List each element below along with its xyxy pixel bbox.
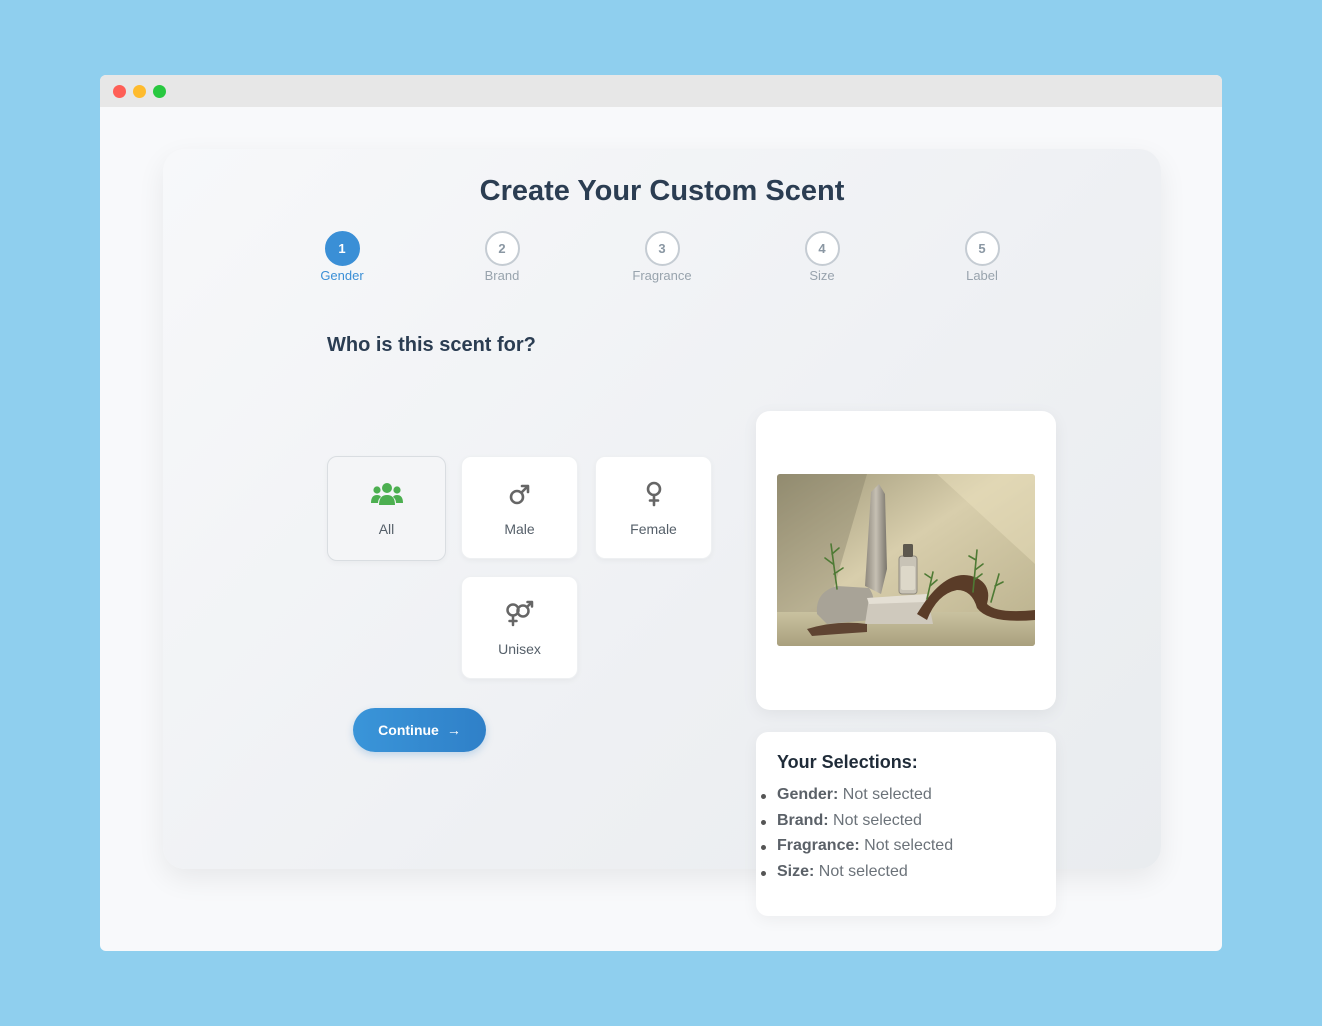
step-label: Gender — [320, 268, 364, 283]
arrow-right-icon: → — [446, 722, 461, 738]
step-gender[interactable]: 1 Gender — [282, 231, 402, 283]
selection-key: Fragrance: — [777, 837, 860, 855]
continue-button[interactable]: Continue → — [353, 708, 486, 752]
selections-list: Gender: Not selected Brand: Not selected… — [760, 786, 954, 889]
male-icon — [462, 479, 577, 509]
page-title: Create Your Custom Scent — [479, 175, 845, 207]
selections-summary: Your Selections: Gender: Not selected Br… — [756, 732, 1056, 916]
users-icon — [328, 479, 445, 509]
step-label: Brand — [484, 268, 520, 283]
close-window-button[interactable] — [113, 85, 126, 98]
option-male[interactable]: Male — [461, 456, 578, 559]
step-number: 4 — [804, 231, 840, 266]
selection-item-fragrance: Fragrance: Not selected — [760, 837, 954, 863]
perfume-image — [777, 474, 1035, 646]
selection-key: Size: — [777, 863, 815, 881]
maximize-window-button[interactable] — [153, 85, 166, 98]
step-number: 3 — [644, 231, 680, 266]
step-label: Label — [966, 268, 998, 283]
selection-value: Not selected — [818, 863, 908, 881]
selection-value: Not selected — [842, 786, 932, 803]
step-label: Size — [809, 268, 835, 283]
step-label-design[interactable]: 5 Label — [922, 231, 1042, 283]
option-label: Male — [504, 521, 535, 537]
step-label: Fragrance — [632, 268, 692, 283]
step-fragrance[interactable]: 3 Fragrance — [602, 231, 722, 283]
selection-item-brand: Brand: Not selected — [760, 811, 953, 838]
option-female[interactable]: Female — [595, 456, 712, 559]
preview-panel — [756, 411, 1056, 710]
option-label: All — [378, 521, 395, 537]
selection-value: Not selected — [833, 811, 922, 829]
selection-value: Not selected — [864, 837, 954, 855]
window-titlebar — [100, 75, 1222, 107]
selections-heading: Your Selections: — [777, 752, 918, 772]
option-label: Unisex — [498, 641, 541, 657]
option-label: Female — [630, 521, 677, 537]
question-heading: Who is this scent for? — [327, 334, 536, 356]
selection-item-gender: Gender: Not selected — [760, 786, 953, 812]
step-size[interactable]: 4 Size — [762, 231, 882, 283]
step-number: 5 — [964, 231, 1000, 266]
scent-builder-card: Create Your Custom Scent 1 Gender 2 Bran… — [163, 149, 1161, 916]
browser-window: Create Your Custom Scent 1 Gender 2 Bran… — [100, 75, 1222, 951]
selection-key: Gender: — [777, 786, 839, 803]
option-unisex[interactable]: Unisex — [461, 576, 578, 679]
selection-key: Brand: — [777, 811, 829, 829]
option-all[interactable]: All — [327, 456, 446, 561]
female-icon — [596, 479, 711, 509]
step-brand[interactable]: 2 Brand — [442, 231, 562, 283]
selection-item-size: Size: Not selected — [760, 863, 953, 889]
unisex-icon — [462, 599, 577, 629]
step-number: 1 — [324, 231, 360, 266]
step-number: 2 — [484, 231, 520, 266]
minimize-window-button[interactable] — [133, 85, 146, 98]
continue-label: Continue — [378, 722, 439, 738]
